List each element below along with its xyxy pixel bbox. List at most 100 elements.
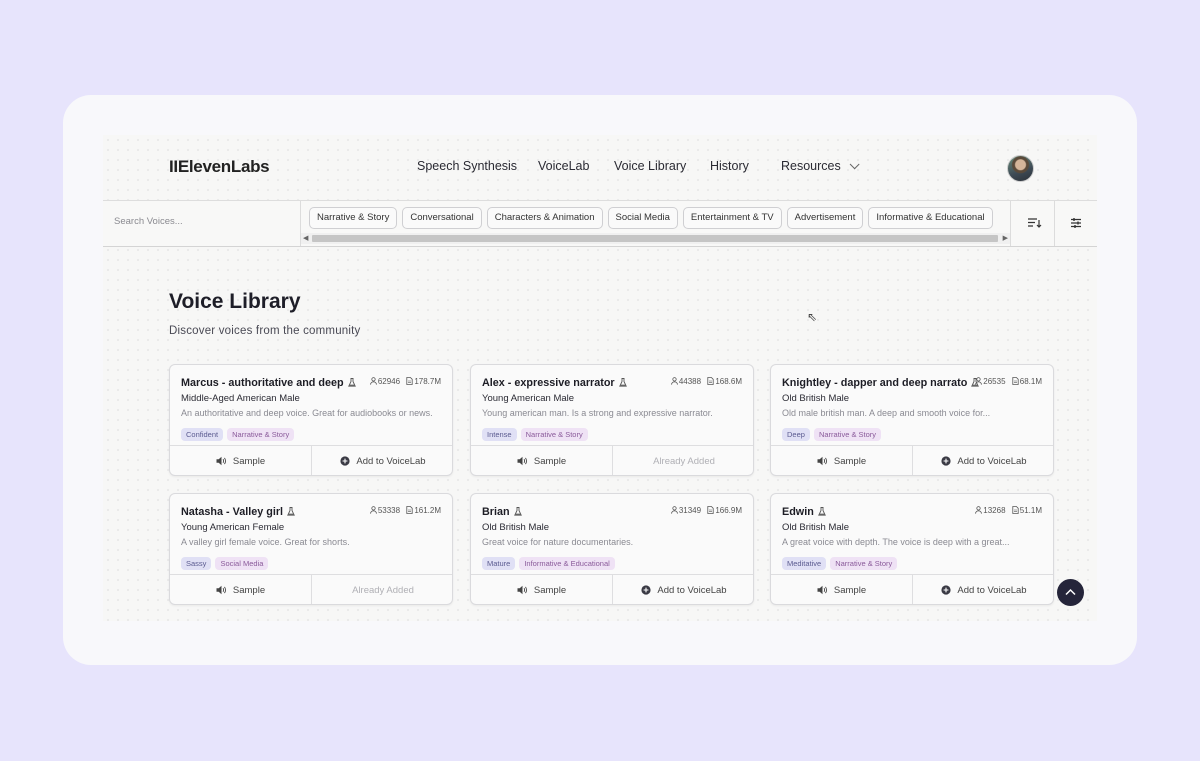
nav-history[interactable]: History [710, 159, 749, 173]
users-icon [975, 377, 983, 385]
voice-tags: Confident Narrative & Story [181, 424, 298, 442]
speaker-icon [817, 456, 827, 466]
characters-count: 168.6M [715, 377, 742, 386]
scroll-to-top-button[interactable] [1057, 579, 1084, 606]
voice-description: Great voice for nature documentaries. [482, 537, 634, 547]
voice-description: Young american man. Is a strong and expr… [482, 408, 713, 418]
voice-name: Edwin [782, 506, 826, 518]
voice-card[interactable]: Brian 31349 166.9M Old British Male Grea… [470, 493, 754, 605]
logo[interactable]: IIElevenLabs [169, 157, 270, 177]
chevron-down-icon [849, 159, 860, 170]
voice-name: Brian [482, 506, 522, 518]
chip-characters-animation[interactable]: Characters & Animation [486, 207, 603, 229]
filter-sliders-icon[interactable] [1068, 215, 1084, 231]
voice-tags: Meditative Narrative & Story [782, 553, 901, 571]
app-window: IIElevenLabs Speech Synthesis VoiceLab V… [103, 135, 1097, 621]
tag: Social Media [215, 557, 269, 570]
voice-name-text: Natasha - Valley girl [181, 506, 284, 518]
scrollbar-thumb[interactable] [312, 235, 998, 242]
nav-speech-synthesis[interactable]: Speech Synthesis [417, 159, 517, 173]
sample-button[interactable]: Sample [170, 575, 312, 604]
tag: Meditative [782, 557, 827, 570]
voice-tags: Sassy Social Media [181, 553, 272, 571]
document-icon [707, 377, 714, 385]
chip-informative-educational[interactable]: Informative & Educational [868, 207, 993, 229]
sample-button[interactable]: Sample [170, 446, 312, 475]
characters-count: 178.7M [414, 377, 441, 386]
chip-advertisement[interactable]: Advertisement [786, 207, 864, 229]
voice-tags: Intense Narrative & Story [482, 424, 592, 442]
voice-description: A great voice with depth. The voice is d… [782, 537, 1010, 547]
filter-bar: Search Voices... Narrative & Story Conver… [103, 200, 1097, 247]
sample-button[interactable]: Sample [771, 575, 913, 604]
chip-social-media[interactable]: Social Media [607, 207, 678, 229]
voice-stats: 31349 166.9M [671, 506, 742, 515]
voice-stats: 44388 168.6M [671, 377, 742, 386]
voice-name-text: Brian [482, 506, 510, 518]
nav-resources[interactable]: Resources [781, 159, 860, 173]
scroll-right-icon[interactable]: ▶ [1003, 235, 1008, 242]
action-label: Already Added [352, 585, 414, 596]
card-actions: Sample Add to VoiceLab [170, 445, 452, 475]
sort-icon[interactable] [1026, 215, 1042, 231]
users-icon [671, 506, 678, 514]
sample-label: Sample [232, 585, 266, 596]
voice-card[interactable]: Knightley - dapper and deep narrato 2653… [770, 364, 1054, 476]
document-icon [1012, 506, 1019, 514]
voice-card[interactable]: Natasha - Valley girl 53338 161.2M Young… [169, 493, 453, 605]
users-icon [975, 506, 983, 514]
voice-card[interactable]: Marcus - authoritative and deep 62946 17… [169, 364, 453, 476]
document-icon [707, 506, 714, 514]
add-to-voicelab-button[interactable]: Add to VoiceLab [312, 446, 452, 475]
avatar[interactable] [1007, 155, 1034, 182]
users-count: 31349 [678, 506, 702, 515]
voice-name: Knightley - dapper and deep narrato [782, 377, 980, 389]
chips-scrollbar[interactable]: ◀ ▶ [301, 233, 1010, 244]
category-chips: Narrative & Story Conversational Character… [309, 207, 998, 229]
mouse-cursor-icon: ⇖ [807, 310, 818, 324]
tag: Mature [482, 557, 516, 570]
plus-circle-icon [340, 456, 350, 466]
card-actions: Sample Add to VoiceLab [471, 574, 753, 604]
sample-label: Sample [833, 456, 867, 467]
sample-label: Sample [232, 456, 266, 467]
characters-count: 166.9M [715, 506, 742, 515]
action-label: Already Added [653, 456, 715, 467]
speaker-icon [817, 585, 827, 595]
chip-narrative-story[interactable]: Narrative & Story [309, 207, 398, 229]
voice-card[interactable]: Alex - expressive narrator 44388 168.6M … [470, 364, 754, 476]
search-input[interactable]: Search Voices... [114, 216, 183, 227]
tag: Intense [482, 428, 517, 441]
scroll-left-icon[interactable]: ◀ [303, 235, 308, 242]
action-label: Add to VoiceLab [657, 585, 727, 596]
users-count: 53338 [377, 506, 401, 515]
nav-voice-library[interactable]: Voice Library [614, 159, 686, 173]
chip-conversational[interactable]: Conversational [402, 207, 482, 229]
voice-stats: 13268 51.1M [975, 506, 1042, 515]
action-label: Add to VoiceLab [957, 585, 1027, 596]
sample-button[interactable]: Sample [471, 446, 613, 475]
sample-button[interactable]: Sample [771, 446, 913, 475]
tag: Confident [181, 428, 224, 441]
voice-type: Young American Male [482, 393, 575, 404]
plus-circle-icon [941, 585, 951, 595]
add-to-voicelab-button[interactable]: Add to VoiceLab [913, 575, 1053, 604]
add-to-voicelab-button[interactable]: Add to VoiceLab [913, 446, 1053, 475]
nav-voicelab[interactable]: VoiceLab [538, 159, 589, 173]
add-to-voicelab-button[interactable]: Add to VoiceLab [613, 575, 753, 604]
voice-type: Old British Male [782, 522, 850, 533]
voice-type: Young American Female [181, 522, 285, 533]
action-label: Add to VoiceLab [957, 456, 1027, 467]
voice-name: Natasha - Valley girl [181, 506, 295, 518]
users-count: 62946 [377, 377, 401, 386]
action-label: Add to VoiceLab [356, 456, 426, 467]
voice-stats: 26535 68.1M [975, 377, 1042, 386]
tag: Narrative & Story [830, 557, 898, 570]
plus-circle-icon [641, 585, 651, 595]
card-actions: Sample Add to VoiceLab [771, 445, 1053, 475]
top-navbar: IIElevenLabs Speech Synthesis VoiceLab V… [103, 135, 1097, 200]
chip-entertainment-tv[interactable]: Entertainment & TV [682, 207, 782, 229]
users-count: 26535 [983, 377, 1006, 386]
sample-button[interactable]: Sample [471, 575, 613, 604]
voice-card[interactable]: Edwin 13268 51.1M Old British Male A gre… [770, 493, 1054, 605]
